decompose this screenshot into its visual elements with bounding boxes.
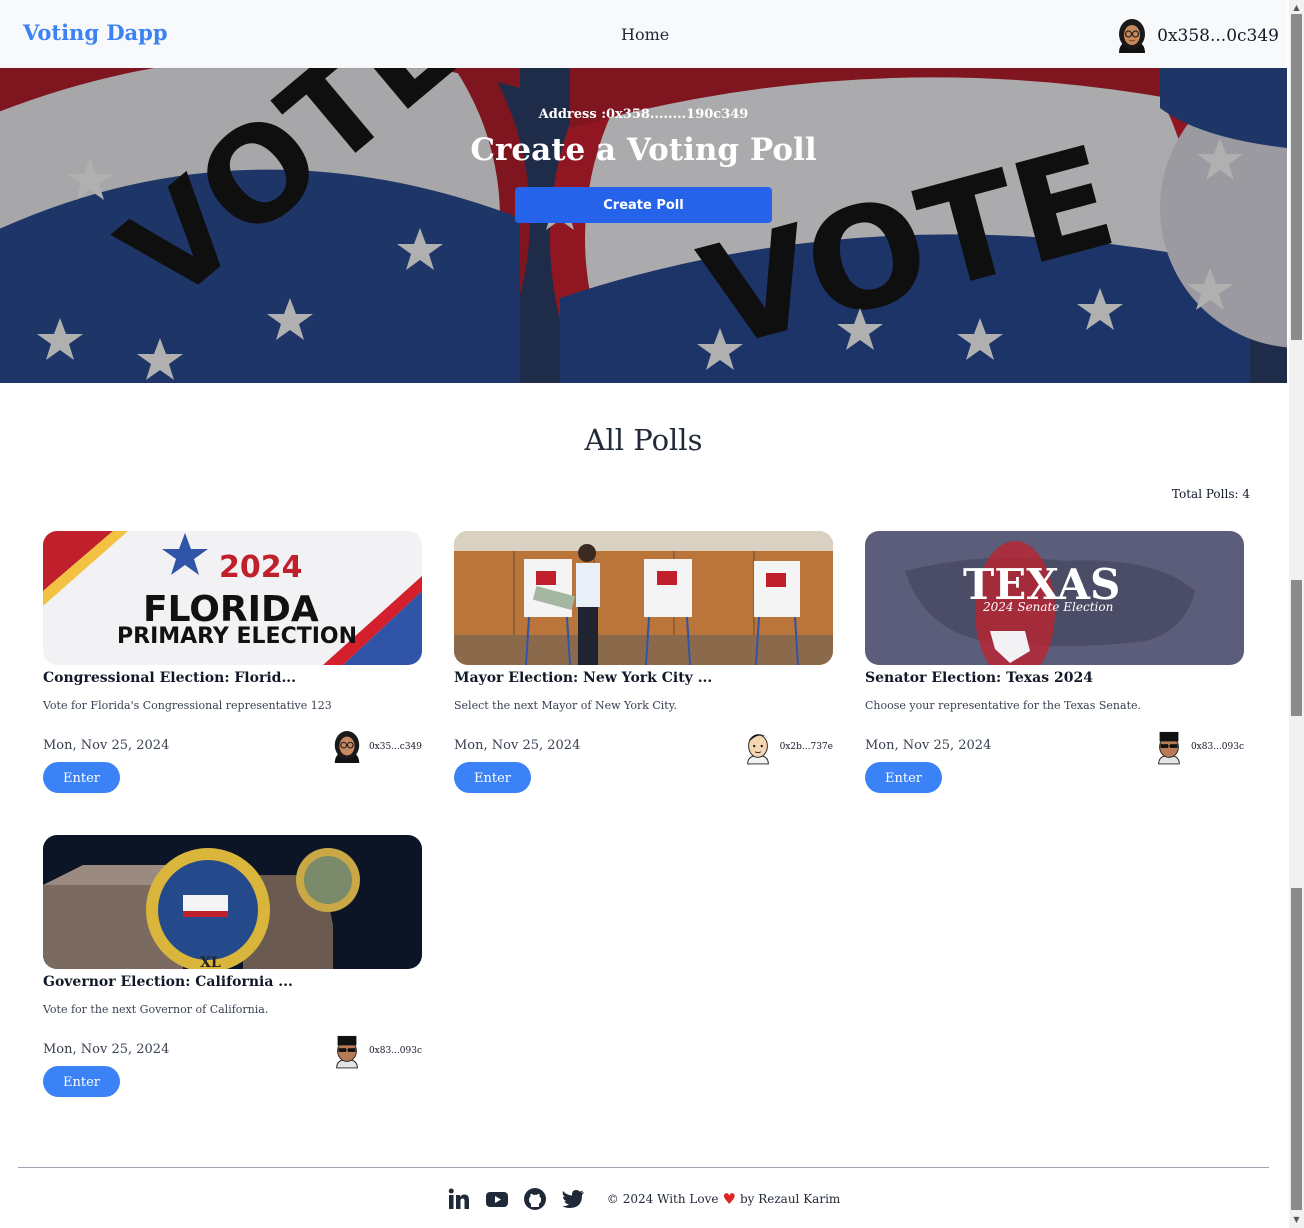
all-polls-heading: All Polls bbox=[584, 423, 703, 457]
scrollbar-thumb-secondary[interactable] bbox=[1291, 580, 1302, 716]
owner-address: 0x83...093c bbox=[1190, 742, 1244, 752]
twitter-icon[interactable] bbox=[561, 1187, 585, 1211]
poll-owner: 0x35...c349 bbox=[331, 729, 422, 765]
enter-poll-button[interactable]: Enter bbox=[43, 762, 120, 793]
copyright-icon: © bbox=[606, 1192, 619, 1206]
github-icon[interactable] bbox=[523, 1187, 547, 1211]
nav-link-home[interactable]: Home bbox=[621, 25, 669, 44]
heart-icon: ♥ bbox=[722, 1190, 736, 1208]
create-poll-button[interactable]: Create Poll bbox=[515, 187, 772, 223]
svg-text:XL: XL bbox=[200, 955, 221, 969]
owner-address: 0x83...093c bbox=[368, 1046, 422, 1056]
florida-election-image[interactable]: 2024 FLORIDA PRIMARY ELECTION bbox=[43, 531, 422, 665]
owner-avatar bbox=[331, 1033, 363, 1069]
svg-text:2024 Senate Election: 2024 Senate Election bbox=[982, 600, 1113, 614]
wallet-address: 0x358...0c349 bbox=[1157, 26, 1279, 46]
poll-card: XL Governor Election: California ... Vot… bbox=[43, 835, 422, 1105]
copyright-text: 2024 With Love bbox=[622, 1192, 719, 1206]
svg-text:2024: 2024 bbox=[219, 550, 303, 585]
user-avatar bbox=[1115, 17, 1149, 55]
scrollbar-thumb[interactable] bbox=[1291, 14, 1302, 340]
poll-owner: 0x2b...737e bbox=[742, 729, 833, 765]
poll-owner: 0x83...093c bbox=[1153, 729, 1244, 765]
poll-title: Congressional Election: Florid... bbox=[43, 670, 297, 686]
poll-card: Mayor Election: New York City ... Select… bbox=[454, 531, 833, 801]
poll-date: Mon, Nov 25, 2024 bbox=[43, 738, 170, 753]
poll-title: Mayor Election: New York City ... bbox=[454, 670, 713, 686]
scrollbar-thumb-tertiary[interactable] bbox=[1291, 888, 1302, 1210]
hero-address: Address :0x358........190c349 bbox=[538, 107, 749, 122]
poll-owner: 0x83...093c bbox=[331, 1033, 422, 1069]
enter-poll-button[interactable]: Enter bbox=[43, 1066, 120, 1097]
poll-date: Mon, Nov 25, 2024 bbox=[454, 738, 581, 753]
author-text: by Rezaul Karim bbox=[739, 1192, 841, 1206]
enter-poll-button[interactable]: Enter bbox=[454, 762, 531, 793]
footer: © 2024 With Love ♥ by Rezaul Karim bbox=[0, 1184, 1287, 1214]
hero-title: Create a Voting Poll bbox=[470, 132, 817, 168]
new-york-polling-image[interactable] bbox=[454, 531, 833, 665]
owner-address: 0x2b...737e bbox=[779, 742, 833, 752]
navbar: Voting Dapp Home 0x358...0c349 bbox=[0, 0, 1287, 68]
scroll-up-arrow-icon[interactable]: ▲ bbox=[1291, 2, 1302, 14]
poll-description: Choose your representative for the Texas… bbox=[865, 699, 1141, 712]
brand-logo[interactable]: Voting Dapp bbox=[23, 20, 168, 45]
footer-divider bbox=[18, 1167, 1269, 1168]
poll-date: Mon, Nov 25, 2024 bbox=[43, 1042, 170, 1057]
poll-date: Mon, Nov 25, 2024 bbox=[865, 738, 992, 753]
copyright: © 2024 With Love ♥ by Rezaul Karim bbox=[607, 1190, 841, 1208]
poll-card: 2024 FLORIDA PRIMARY ELECTION Congressio… bbox=[43, 531, 422, 801]
owner-avatar bbox=[1153, 729, 1185, 765]
poll-description: Vote for Florida's Congressional represe… bbox=[43, 699, 332, 712]
scroll-down-arrow-icon[interactable]: ▼ bbox=[1291, 1214, 1302, 1226]
wallet-connect[interactable]: 0x358...0c349 bbox=[1115, 17, 1279, 55]
total-polls-count: Total Polls: 4 bbox=[1171, 487, 1250, 501]
linkedin-icon[interactable] bbox=[447, 1187, 471, 1211]
poll-card: TEXAS 2024 Senate Election Senator Elect… bbox=[865, 531, 1244, 801]
texas-election-image[interactable]: TEXAS 2024 Senate Election bbox=[865, 531, 1244, 665]
owner-avatar bbox=[331, 729, 363, 765]
poll-title: Senator Election: Texas 2024 bbox=[865, 670, 1093, 686]
svg-text:PRIMARY ELECTION: PRIMARY ELECTION bbox=[117, 624, 357, 649]
owner-avatar bbox=[742, 729, 774, 765]
hero-banner: VOTE VOTE Address:0x358........190c349 … bbox=[0, 68, 1287, 383]
poll-description: Select the next Mayor of New York City. bbox=[454, 699, 677, 712]
youtube-icon[interactable] bbox=[485, 1187, 509, 1211]
owner-address: 0x35...c349 bbox=[368, 742, 422, 752]
california-seal-image[interactable]: XL bbox=[43, 835, 422, 969]
poll-description: Vote for the next Governor of California… bbox=[43, 1003, 269, 1016]
vertical-scrollbar[interactable]: ▲ ▼ bbox=[1289, 0, 1304, 1228]
poll-title: Governor Election: California ... bbox=[43, 974, 293, 990]
enter-poll-button[interactable]: Enter bbox=[865, 762, 942, 793]
